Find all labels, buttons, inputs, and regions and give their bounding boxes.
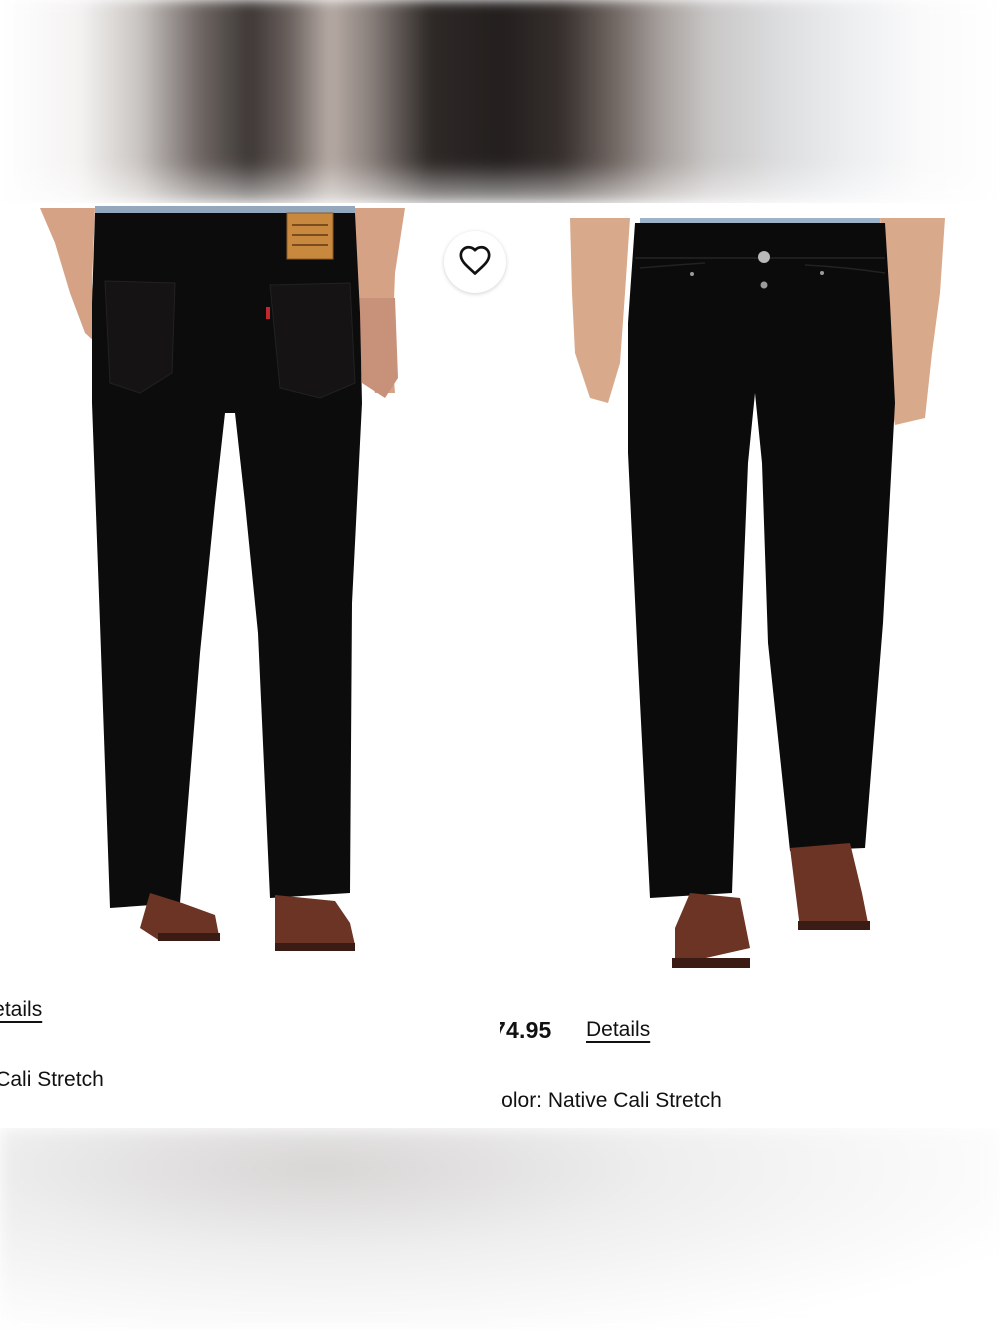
product-carousel[interactable]: Details Color: Native Cali Stretch [0, 203, 1000, 1128]
details-link[interactable]: Details [0, 998, 42, 1022]
product-image-back-view[interactable] [0, 203, 500, 993]
details-link[interactable]: Details [586, 1018, 650, 1042]
color-label: Color: Native Cali Stretch [0, 1068, 104, 1091]
blurred-background-bottom [0, 1128, 1000, 1330]
product-price: $74.95 [500, 1017, 552, 1043]
product-image-front-view[interactable] [500, 203, 1000, 993]
product-card-back-view[interactable]: Details Color: Native Cali Stretch [0, 203, 500, 1128]
product-card-front-view[interactable]: $74.95 Details Color: Native Cali Stretc… [500, 203, 1000, 1128]
heart-outline-icon [458, 244, 492, 281]
blurred-background-top [0, 0, 1000, 203]
color-label: Color: Native Cali Stretch [500, 1089, 722, 1112]
favorite-button[interactable] [444, 231, 506, 293]
